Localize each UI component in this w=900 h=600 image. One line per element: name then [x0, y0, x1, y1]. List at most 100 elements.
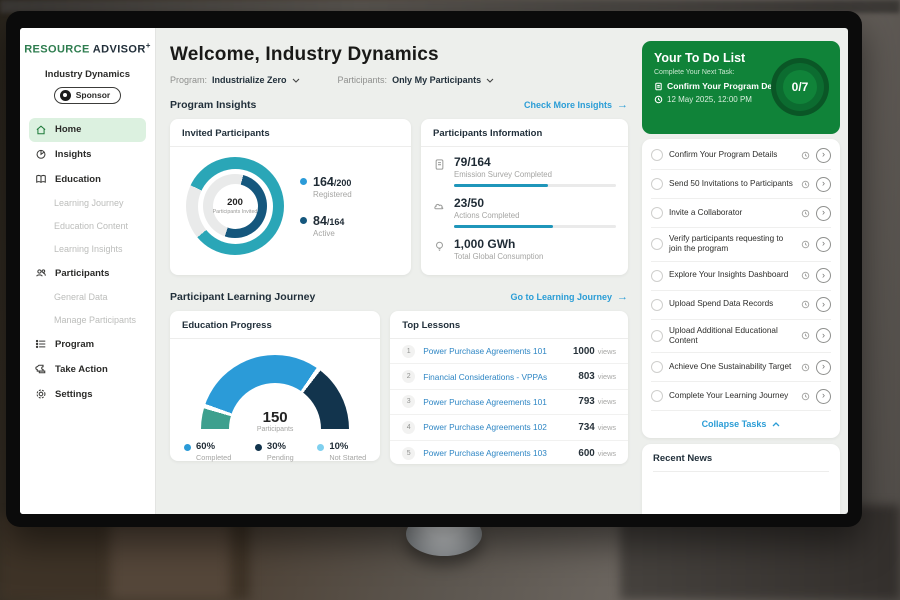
sidebar-item-home[interactable]: Home: [29, 118, 146, 142]
rank-badge: 5: [402, 447, 415, 460]
survey-icon: [433, 158, 446, 171]
sidebar-item-learning-journey[interactable]: Learning Journey: [20, 192, 155, 215]
sidebar-item-participants[interactable]: Participants: [20, 261, 155, 286]
task-chevron-button[interactable]: ›: [816, 206, 831, 221]
collapse-tasks-link[interactable]: Collapse Tasks: [651, 411, 831, 436]
task-row: Confirm Your Program Details ›: [651, 141, 831, 170]
clock-icon: [801, 300, 810, 309]
not-started-dot-icon: [317, 444, 324, 451]
rank-badge: 3: [402, 395, 415, 408]
task-checkbox[interactable]: [651, 149, 663, 161]
sidebar-item-learning-insights[interactable]: Learning Insights: [20, 238, 155, 261]
task-chevron-button[interactable]: ›: [816, 360, 831, 375]
education-progress-title: Education Progress: [170, 311, 380, 339]
chevron-up-icon: [772, 422, 780, 427]
sponsor-badge[interactable]: Sponsor: [54, 87, 121, 104]
go-to-learning-journey-link[interactable]: Go to Learning Journey →: [510, 291, 628, 303]
task-checkbox[interactable]: [651, 299, 663, 311]
task-checkbox[interactable]: [651, 207, 663, 219]
todo-header-card: Your To Do List Complete Your Next Task:…: [642, 41, 840, 134]
task-chevron-button[interactable]: ›: [816, 328, 831, 343]
task-row: Upload Additional Educational Content ›: [651, 320, 831, 354]
sidebar-item-program[interactable]: Program: [20, 332, 155, 357]
task-chevron-button[interactable]: ›: [816, 268, 831, 283]
task-checkbox[interactable]: [651, 238, 663, 250]
lesson-row: 4 Power Purchase Agreements 102 734 view…: [390, 415, 628, 440]
task-checkbox[interactable]: [651, 361, 663, 373]
sidebar: RESOURCE ADVISOR+ Industry Dynamics Spon…: [20, 28, 156, 514]
lesson-link[interactable]: Financial Considerations - VPPAs: [423, 372, 578, 382]
logo-text-advisor: ADVISOR: [93, 44, 146, 56]
actions-completed-stat: 23/50 Actions Completed: [433, 196, 616, 228]
learning-cards-row: Education Progress 150 Participants: [170, 311, 628, 464]
legend-active: 84/164 Active: [300, 214, 352, 238]
task-chevron-button[interactable]: ›: [816, 237, 831, 252]
learning-journey-header: Participant Learning Journey Go to Learn…: [170, 291, 628, 303]
active-dot-icon: [300, 217, 307, 224]
task-row: Achieve One Sustainability Target ›: [651, 353, 831, 382]
task-checkbox[interactable]: [651, 178, 663, 190]
legend-pending: 30% Pending: [255, 441, 294, 462]
main-content: Welcome, Industry Dynamics Program: Indu…: [156, 28, 636, 514]
lesson-link[interactable]: Power Purchase Agreements 102: [423, 422, 578, 432]
task-checkbox[interactable]: [651, 390, 663, 402]
completed-dot-icon: [184, 444, 191, 451]
learning-journey-title: Participant Learning Journey: [170, 291, 315, 303]
arrow-right-icon: →: [617, 291, 628, 303]
sponsor-icon: [60, 90, 71, 101]
rank-badge: 2: [402, 370, 415, 383]
task-chevron-button[interactable]: ›: [816, 297, 831, 312]
participants-filter-label: Participants:: [338, 75, 388, 85]
arrow-right-icon: →: [617, 99, 628, 111]
program-insights-header: Program Insights Check More Insights →: [170, 99, 628, 111]
gear-icon: [35, 388, 47, 400]
check-more-insights-link[interactable]: Check More Insights →: [524, 99, 628, 111]
sidebar-item-education[interactable]: Education: [20, 167, 155, 192]
invited-donut-inner-ring: 200 Participants Invited: [203, 174, 267, 238]
lesson-row: 1 Power Purchase Agreements 101 1000 vie…: [390, 339, 628, 364]
sidebar-item-settings[interactable]: Settings: [20, 382, 155, 407]
task-checkbox[interactable]: [651, 270, 663, 282]
rank-badge: 1: [402, 345, 415, 358]
actions-icon: [433, 199, 446, 212]
lesson-link[interactable]: Power Purchase Agreements 101: [423, 346, 573, 356]
actions-progress-bar: [454, 225, 553, 228]
participants-filter[interactable]: Participants: Only My Participants: [338, 75, 495, 85]
participants-icon: [35, 267, 47, 279]
invited-participants-title: Invited Participants: [170, 119, 411, 147]
logo-text-resource: RESOURCE: [24, 44, 90, 56]
top-lessons-title: Top Lessons: [390, 311, 628, 339]
chevron-down-icon: [292, 78, 300, 83]
lesson-link[interactable]: Power Purchase Agreements 101: [423, 397, 578, 407]
todo-tasks-card: Confirm Your Program Details › Send 50 I…: [642, 139, 840, 438]
sponsor-label: Sponsor: [76, 90, 110, 100]
sidebar-item-general-data[interactable]: General Data: [20, 286, 155, 309]
consumption-stat: 1,000 GWh Total Global Consumption: [433, 237, 616, 261]
task-row: Explore Your Insights Dashboard ›: [651, 262, 831, 291]
sidebar-item-manage-participants[interactable]: Manage Participants: [20, 309, 155, 332]
task-chevron-button[interactable]: ›: [816, 148, 831, 163]
invited-legend: 164/200 Registered 84/164 Active: [300, 175, 352, 238]
clock-icon: [801, 363, 810, 372]
insights-icon: [35, 148, 47, 160]
todo-progress-ring: 0/7: [771, 58, 829, 116]
task-chevron-button[interactable]: ›: [816, 177, 831, 192]
monitor-bezel: RESOURCE ADVISOR+ Industry Dynamics Spon…: [6, 11, 862, 527]
legend-not-started: 10% Not Started: [317, 441, 366, 462]
list-icon: [35, 338, 47, 350]
program-filter-label: Program:: [170, 75, 207, 85]
task-checkbox[interactable]: [651, 330, 663, 342]
lesson-link[interactable]: Power Purchase Agreements 103: [423, 448, 578, 458]
program-filter[interactable]: Program: Industrialize Zero: [170, 75, 300, 85]
task-chevron-button[interactable]: ›: [816, 389, 831, 404]
top-lessons-card: Top Lessons 1 Power Purchase Agreements …: [390, 311, 628, 464]
bulb-icon: [433, 240, 446, 253]
invited-donut-center: 200 Participants Invited: [213, 184, 258, 229]
sidebar-item-take-action[interactable]: Take Action: [20, 357, 155, 382]
task-doc-icon: [654, 82, 663, 91]
sidebar-item-insights[interactable]: Insights: [20, 142, 155, 167]
sidebar-item-education-content[interactable]: Education Content: [20, 215, 155, 238]
puzzle-icon: [35, 363, 47, 375]
clock-icon: [801, 240, 810, 249]
emission-survey-stat: 79/164 Emission Survey Completed: [433, 155, 616, 187]
